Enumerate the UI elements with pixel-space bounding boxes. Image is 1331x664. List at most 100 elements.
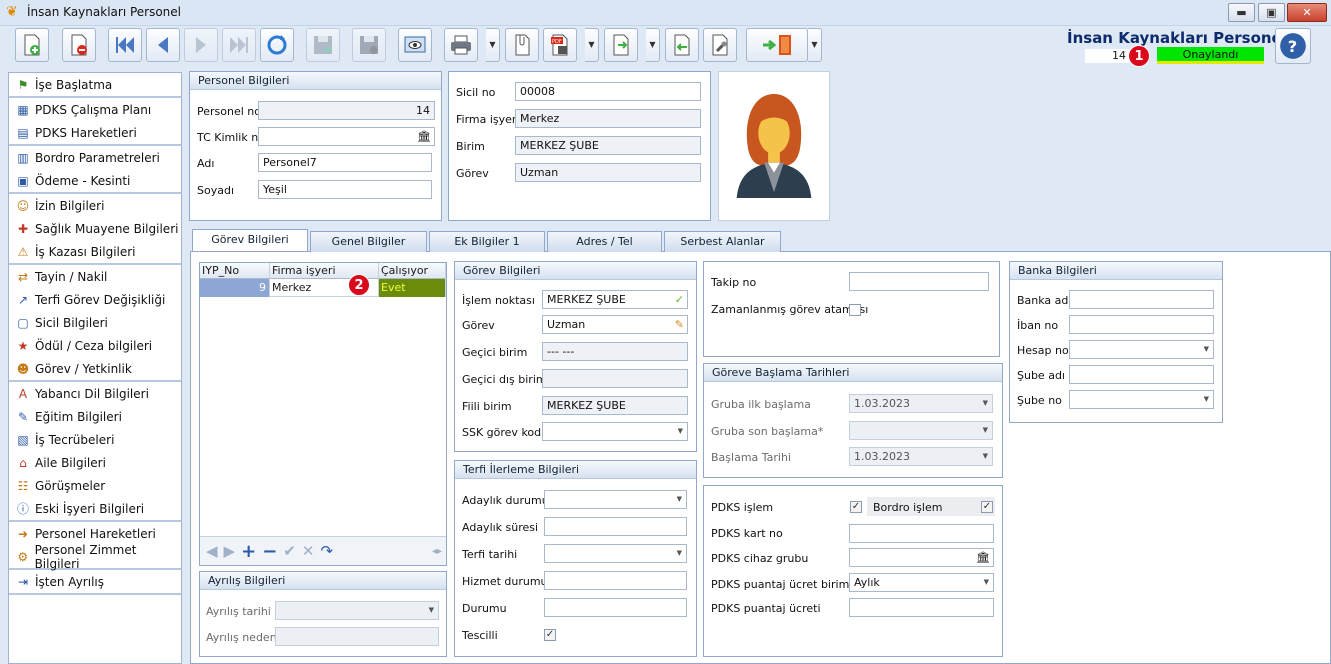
prev-record-button[interactable] xyxy=(146,28,180,62)
sube-no-select[interactable]: ▼ xyxy=(1069,390,1214,409)
settings-button[interactable] xyxy=(703,28,737,62)
sidebar-item-accident[interactable]: ⚠ İş Kazası Bilgileri xyxy=(9,240,181,263)
sicil-no-field[interactable]: 00008 xyxy=(515,82,701,101)
gorev-field-input[interactable]: Uzman ✎ xyxy=(542,315,688,334)
ayrilis-tarih-field[interactable]: ▼ xyxy=(275,601,439,620)
pdks-islem-checkbox[interactable]: ✓ xyxy=(850,501,862,513)
sidebar-item-family[interactable]: ⌂ Aile Bilgileri xyxy=(9,451,181,474)
export-pdf-button[interactable]: PDF xyxy=(543,28,577,62)
tab-gorev-bilgileri[interactable]: Görev Bilgileri xyxy=(192,229,308,251)
import-button[interactable] xyxy=(604,28,638,62)
tab-ek-bilgiler[interactable]: Ek Bilgiler 1 xyxy=(429,231,545,252)
save-button[interactable] xyxy=(306,28,340,62)
last-record-button[interactable] xyxy=(222,28,256,62)
minimize-button[interactable]: ▬ xyxy=(1228,3,1255,22)
zamanlanmis-gorev-checkbox[interactable] xyxy=(849,304,861,316)
sidebar-item-transfer[interactable]: ⇄ Tayin / Nakil xyxy=(9,265,181,288)
nav-prev-icon[interactable]: ◀ xyxy=(206,542,218,560)
tab-serbest-alanlar[interactable]: Serbest Alanlar xyxy=(664,231,781,252)
sidebar-item-payroll[interactable]: ▥ Bordro Parametreleri xyxy=(9,146,181,169)
gruba-son-field[interactable]: ▼ xyxy=(849,421,993,440)
gruba-ilk-field[interactable]: 1.03.2023 ▼ xyxy=(849,394,993,413)
nav-add-icon[interactable]: + xyxy=(241,541,256,562)
tag-icon[interactable]: ✎ xyxy=(675,316,684,333)
hesap-no-select[interactable]: ▼ xyxy=(1069,340,1214,359)
hizmet-durumu-field[interactable] xyxy=(544,571,687,590)
back-doc-button[interactable] xyxy=(665,28,699,62)
sidebar-item-meeting[interactable]: ☷ Görüşmeler xyxy=(9,474,181,497)
durumu-field[interactable] xyxy=(544,598,687,617)
pdks-kart-field[interactable] xyxy=(849,524,994,543)
first-record-button[interactable] xyxy=(108,28,142,62)
sidebar-item-leave[interactable]: ☺ İzin Bilgileri xyxy=(9,194,181,217)
refresh-button[interactable] xyxy=(260,28,294,62)
bank-lookup-icon[interactable]: 🏛 xyxy=(417,128,431,145)
col-calisiyor[interactable]: Çalışıyor xyxy=(379,263,446,279)
preview-button[interactable] xyxy=(398,28,432,62)
sidebar-item-record[interactable]: ▢ Sicil Bilgileri xyxy=(9,311,181,334)
baslama-tarihi-field[interactable]: 1.03.2023 ▼ xyxy=(849,447,993,466)
adaylik-durumu-select[interactable]: ▼ xyxy=(544,490,687,509)
nav-remove-icon[interactable]: − xyxy=(262,541,277,562)
tab-genel-bilgiler[interactable]: Genel Bilgiler xyxy=(310,231,427,252)
maximize-button[interactable]: ▣ xyxy=(1258,3,1285,22)
nav-scroll-icon[interactable]: ◂▸ xyxy=(432,546,442,557)
cell-iyp[interactable]: 9 xyxy=(200,279,270,297)
sidebar-item-language[interactable]: A Yabancı Dil Bilgileri xyxy=(9,382,181,405)
sidebar-item-health[interactable]: ✚ Sağlık Muayene Bilgileri xyxy=(9,217,181,240)
print-button[interactable] xyxy=(444,28,478,62)
iban-field[interactable] xyxy=(1069,315,1214,334)
ssk-gorev-kodu-select[interactable]: ▼ xyxy=(542,422,688,441)
terfi-tarihi-select[interactable]: ▼ xyxy=(544,544,687,563)
bordro-islem-checkbox[interactable]: ✓ xyxy=(981,501,993,513)
sidebar-item-promotion[interactable]: ↗ Terfi Görev Değişikliği xyxy=(9,288,181,311)
sidebar-item-payment[interactable]: ▣ Ödeme - Kesinti xyxy=(9,169,181,192)
sidebar-item-schedule[interactable]: ▦ PDKS Çalışma Planı xyxy=(9,98,181,121)
new-record-button[interactable] xyxy=(15,28,49,62)
exit-button[interactable] xyxy=(746,28,808,62)
export-dropdown[interactable]: ▼ xyxy=(585,28,599,62)
ayrilis-neden-field[interactable] xyxy=(275,627,439,646)
sidebar-item-info[interactable]: ⓘ Eski İşyeri Bilgileri xyxy=(9,497,181,520)
delete-record-button[interactable] xyxy=(62,28,96,62)
banka-adi-field[interactable] xyxy=(1069,290,1214,309)
close-button[interactable]: ✕ xyxy=(1287,3,1327,22)
sidebar-item-assets[interactable]: ⚙ Personel Zimmet Bilgileri xyxy=(9,543,181,571)
attach-button[interactable] xyxy=(505,28,539,62)
sidebar-item-award[interactable]: ★ Ödül / Ceza bilgileri xyxy=(9,334,181,357)
ad-field[interactable]: Personel7 xyxy=(258,153,432,172)
nav-refresh-icon[interactable]: ↷ xyxy=(320,542,333,560)
sidebar-item-clock-list[interactable]: ▤ PDKS Hareketleri xyxy=(9,121,181,144)
col-iyp-no[interactable]: IYP_No xyxy=(200,263,270,279)
help-button[interactable]: ? xyxy=(1275,28,1311,64)
check-icon[interactable]: ✓ xyxy=(675,291,684,308)
sidebar-item-competence[interactable]: ☻ Görev / Yetkinlik xyxy=(9,357,181,380)
islem-noktasi-field[interactable]: MERKEZ ŞUBE ✓ xyxy=(542,290,688,309)
tc-kimlik-field[interactable]: 🏛 xyxy=(258,127,435,146)
cancel-save-button[interactable] xyxy=(352,28,386,62)
print-dropdown[interactable]: ▼ xyxy=(486,28,500,62)
nav-cancel-icon[interactable]: ✕ xyxy=(302,542,315,560)
exit-dropdown[interactable]: ▼ xyxy=(808,28,822,62)
employment-grid[interactable]: IYP_No Firma işyeri Çalışıyor 9 Merkez E… xyxy=(199,262,447,566)
sidebar-item-education[interactable]: ✎ Eğitim Bilgileri xyxy=(9,405,181,428)
soyad-field[interactable]: Yeşil xyxy=(258,180,432,199)
import-dropdown[interactable]: ▼ xyxy=(646,28,660,62)
tescilli-checkbox[interactable]: ✓ xyxy=(544,629,556,641)
pdks-puantaj-birim-select[interactable]: Aylık ▼ xyxy=(849,573,994,592)
sidebar-item-flag[interactable]: ⚑ İşe Başlatma xyxy=(9,73,181,96)
nav-confirm-icon[interactable]: ✔ xyxy=(283,542,296,560)
pdks-cihaz-field[interactable]: 🏛 xyxy=(849,548,994,567)
nav-next-icon[interactable]: ▶ xyxy=(224,542,236,560)
sube-adi-field[interactable] xyxy=(1069,365,1214,384)
cell-calisiyor[interactable]: Evet xyxy=(379,279,446,297)
takip-no-field[interactable] xyxy=(849,272,989,291)
bank-lookup-icon[interactable]: 🏛 xyxy=(976,549,990,566)
adaylik-suresi-field[interactable] xyxy=(544,517,687,536)
avatar[interactable] xyxy=(718,71,830,221)
pdks-puantaj-ucret-field[interactable] xyxy=(849,598,994,617)
next-record-button[interactable] xyxy=(184,28,218,62)
sidebar-item-exit[interactable]: ⇥ İşten Ayrılış xyxy=(9,570,181,593)
tab-adres-tel[interactable]: Adres / Tel xyxy=(547,231,662,252)
table-row[interactable]: 9 Merkez Evet xyxy=(200,279,446,297)
